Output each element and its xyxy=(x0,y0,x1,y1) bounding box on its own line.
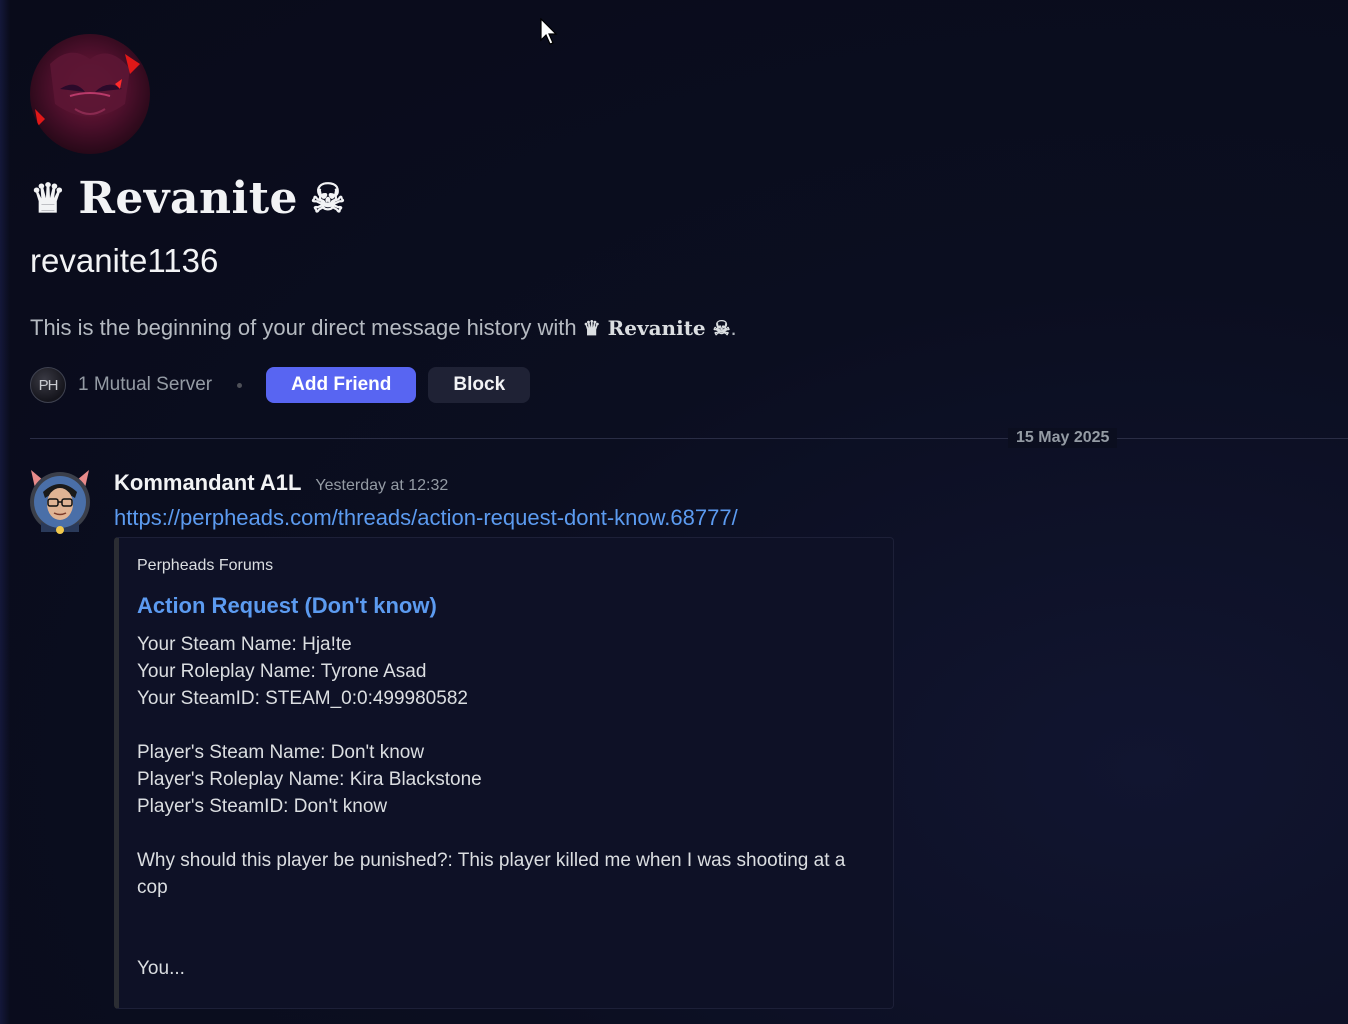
profile-display-name: ♛ Revanite ☠ xyxy=(30,168,346,228)
mouse-cursor-icon xyxy=(540,18,558,45)
profile-avatar[interactable] xyxy=(30,34,150,154)
intro-suffix: . xyxy=(730,315,737,340)
embed-description: Your Steam Name: Hja!te Your Roleplay Na… xyxy=(137,631,871,982)
add-friend-button[interactable]: Add Friend xyxy=(266,367,417,403)
mutual-server-icon[interactable]: PH xyxy=(30,367,66,403)
profile-avatar-image xyxy=(30,34,150,154)
message-header: Kommandant A1L Yesterday at 12:32 xyxy=(114,470,448,496)
embed-line: Player's Steam Name: Don't know xyxy=(137,742,425,763)
embed-line: Why should this player be punished?: Thi… xyxy=(137,850,846,898)
embed-line: Player's SteamID: Don't know xyxy=(137,796,388,817)
embed-line xyxy=(137,712,871,739)
date-divider-label: 15 May 2025 xyxy=(1008,428,1118,448)
block-button[interactable]: Block xyxy=(428,367,531,403)
profile-actions: PH 1 Mutual Server Add Friend Block xyxy=(30,366,531,404)
intro-display-name: ♛ Revanite ☠ xyxy=(582,316,731,340)
embed-line: Your SteamID: STEAM_0:0:499980582 xyxy=(137,688,468,709)
message-link[interactable]: https://perpheads.com/threads/action-req… xyxy=(114,503,738,533)
intro-text: This is the beginning of your direct mes… xyxy=(30,315,577,340)
window-left-edge xyxy=(0,0,10,1024)
date-divider xyxy=(30,438,1348,439)
profile-username: revanite1136 xyxy=(30,242,219,279)
embed-line: Your Steam Name: Hja!te xyxy=(137,634,352,655)
embed-line xyxy=(137,901,871,928)
mutual-servers-link[interactable]: 1 Mutual Server xyxy=(78,374,212,396)
author-avatar-image xyxy=(30,470,90,534)
embed-line xyxy=(137,820,871,847)
crown-icon: ♛ xyxy=(30,174,67,222)
dm-intro-text: This is the beginning of your direct mes… xyxy=(30,313,737,343)
skull-crossbones-icon: ☠ xyxy=(310,174,347,222)
message-author-name[interactable]: Kommandant A1L xyxy=(114,470,301,496)
embed-line: Your Roleplay Name: Tyrone Asad xyxy=(137,661,427,682)
display-name-text: Revanite xyxy=(78,172,299,224)
separator-dot xyxy=(237,382,243,388)
embed-provider[interactable]: Perpheads Forums xyxy=(137,556,871,576)
embed-line xyxy=(137,928,871,955)
message-author-avatar[interactable] xyxy=(25,466,95,536)
link-embed: Perpheads Forums Action Request (Don't k… xyxy=(114,537,894,1009)
embed-title-link[interactable]: Action Request (Don't know) xyxy=(137,592,871,620)
server-icon-text: PH xyxy=(38,376,59,394)
message-timestamp[interactable]: Yesterday at 12:32 xyxy=(315,477,448,495)
embed-line: You... xyxy=(137,958,185,979)
embed-line: Player's Roleplay Name: Kira Blackstone xyxy=(137,769,482,790)
